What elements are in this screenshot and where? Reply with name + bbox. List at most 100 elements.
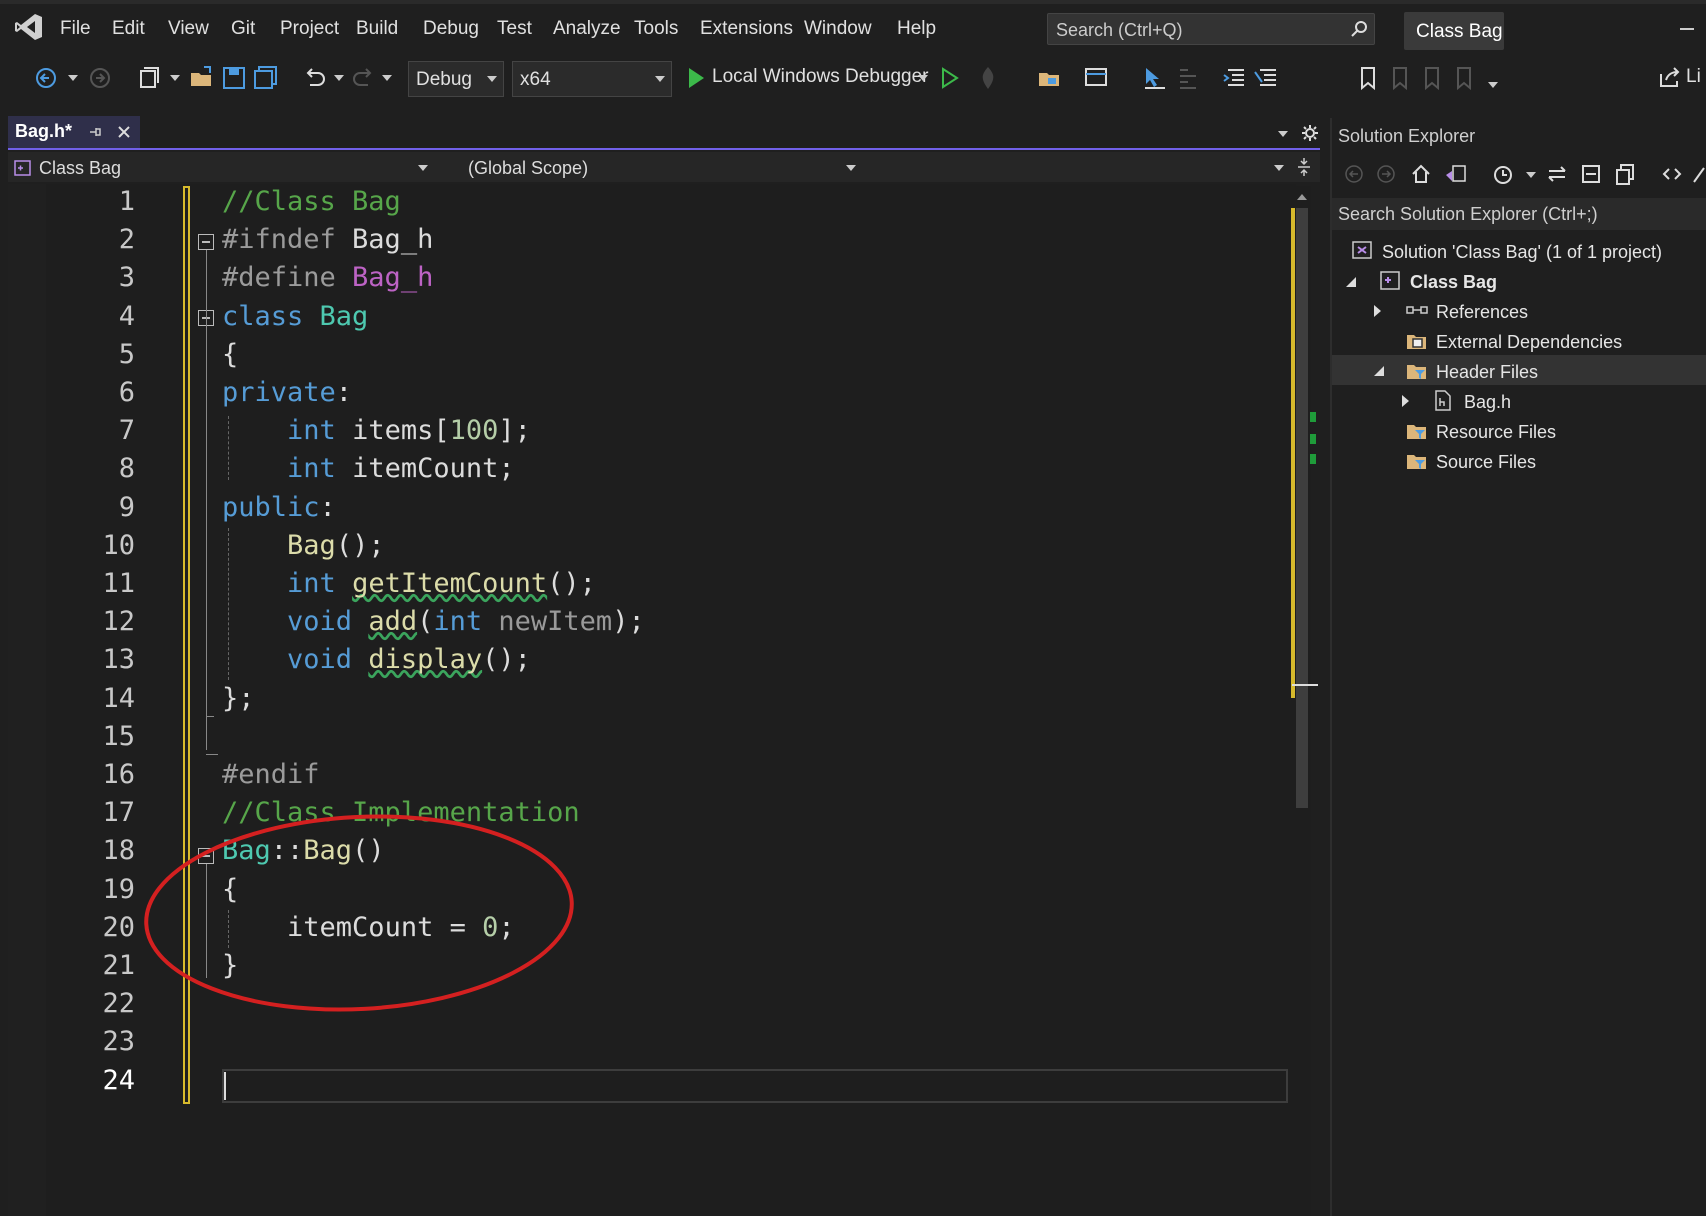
previous-bookmark-icon[interactable]	[1386, 64, 1414, 92]
code-line[interactable]: void display();	[222, 644, 531, 675]
save-icon[interactable]	[220, 64, 248, 92]
code-line[interactable]: class Bag	[222, 301, 368, 332]
redo-dropdown-icon[interactable]	[382, 75, 392, 81]
collapsed-arrow-icon[interactable]	[1402, 395, 1409, 407]
save-all-icon[interactable]	[252, 64, 280, 92]
code-line[interactable]: int itemCount;	[222, 453, 515, 484]
code-line[interactable]: #define Bag_h	[222, 262, 433, 293]
scroll-up-icon[interactable]	[1297, 194, 1307, 200]
switch-views-icon[interactable]	[1444, 163, 1468, 185]
clear-bookmarks-icon[interactable]	[1450, 64, 1478, 92]
hot-reload-icon[interactable]	[974, 64, 1002, 92]
expanded-arrow-icon[interactable]	[1374, 366, 1384, 376]
pending-changes-filter-icon[interactable]	[1492, 163, 1514, 185]
minimize-icon[interactable]	[1680, 28, 1694, 30]
expanded-arrow-icon[interactable]	[1346, 277, 1356, 287]
collapse-all-icon[interactable]	[1580, 163, 1602, 185]
menu-file[interactable]: File	[60, 18, 91, 40]
scope-combo[interactable]: (Global Scope)	[438, 154, 858, 182]
menu-project[interactable]: Project	[280, 18, 339, 40]
navigate-forward-icon[interactable]	[86, 64, 114, 92]
tree-label: Source Files	[1436, 452, 1537, 472]
tab-bag-h[interactable]: Bag.h*	[8, 116, 140, 148]
start-without-debugging-icon[interactable]	[940, 66, 960, 90]
view-code-icon[interactable]	[1662, 164, 1682, 184]
code-line[interactable]: public:	[222, 492, 336, 523]
code-line[interactable]: private:	[222, 377, 352, 408]
back-icon[interactable]	[1344, 164, 1364, 184]
code-line[interactable]: #ifndef Bag_h	[222, 224, 433, 255]
collapse-region-icon[interactable]	[198, 234, 214, 250]
next-bookmark-icon[interactable]	[1418, 64, 1446, 92]
line-number: 12	[102, 606, 135, 637]
run-label[interactable]: Local Windows Debugger	[712, 66, 929, 88]
window-layout-icon[interactable]	[1082, 64, 1110, 92]
bookmark-icon[interactable]	[1354, 64, 1382, 92]
undo-dropdown-icon[interactable]	[334, 75, 344, 81]
configuration-combo[interactable]: Debug	[408, 61, 504, 97]
filter-dropdown-icon[interactable]	[1526, 172, 1536, 178]
menu-analyze[interactable]: Analyze	[553, 18, 621, 40]
code-line[interactable]: #endif	[222, 759, 320, 790]
back-dropdown-icon[interactable]	[68, 75, 78, 81]
split-view-icon[interactable]	[1296, 156, 1312, 178]
undo-icon[interactable]	[300, 64, 328, 92]
code-line[interactable]: Bag();	[222, 530, 385, 561]
solution-explorer-search[interactable]: Search Solution Explorer (Ctrl+;)	[1332, 198, 1706, 230]
cursor-select-icon[interactable]	[1140, 64, 1168, 92]
live-share-label[interactable]: Li	[1686, 66, 1701, 88]
project-combo[interactable]: Class Bag	[10, 154, 430, 182]
code-line[interactable]: void add(int newItem);	[222, 606, 645, 637]
run-dropdown-icon[interactable]	[918, 75, 928, 81]
open-folder-icon[interactable]	[188, 64, 216, 92]
uncomment-lines-icon[interactable]	[1252, 64, 1280, 92]
menu-window[interactable]: Window	[804, 18, 872, 40]
menu-view[interactable]: View	[168, 18, 209, 40]
new-project-icon[interactable]	[136, 64, 164, 92]
platform-combo[interactable]: x64	[512, 61, 672, 97]
menu-test[interactable]: Test	[497, 18, 532, 40]
solution-folder-icon[interactable]	[1036, 64, 1064, 92]
tab-list-dropdown-icon[interactable]	[1278, 131, 1288, 137]
start-debugging-icon[interactable]	[686, 66, 706, 90]
forward-icon[interactable]	[1376, 164, 1396, 184]
solution-icon	[1352, 241, 1372, 259]
redo-icon[interactable]	[350, 64, 378, 92]
menu-extensions[interactable]: Extensions	[700, 18, 793, 40]
toolbar-overflow-icon[interactable]	[1488, 82, 1498, 88]
pin-icon[interactable]	[88, 125, 102, 139]
menu-help[interactable]: Help	[897, 18, 936, 40]
menu-git[interactable]: Git	[231, 18, 255, 40]
new-dropdown-icon[interactable]	[170, 75, 180, 81]
live-share-icon[interactable]	[1656, 64, 1684, 92]
tree-label: Solution 'Class Bag' (1 of 1 project)	[1382, 242, 1663, 262]
code-line[interactable]: int getItemCount();	[222, 568, 596, 599]
scrollbar-thumb[interactable]	[1296, 208, 1308, 808]
scroll-diff-marker	[1310, 412, 1316, 422]
properties-icon[interactable]	[1692, 164, 1706, 184]
code-line[interactable]: };	[222, 683, 255, 714]
menu-tools[interactable]: Tools	[634, 18, 678, 40]
gear-icon[interactable]	[1301, 124, 1319, 142]
code-editor[interactable]	[8, 184, 1296, 1216]
collapsed-arrow-icon[interactable]	[1374, 305, 1381, 317]
code-line[interactable]: {	[222, 339, 238, 370]
align-icon[interactable]	[1174, 64, 1202, 92]
menu-debug[interactable]: Debug	[423, 18, 479, 40]
home-icon[interactable]	[1410, 163, 1432, 185]
code-line[interactable]: //Class Bag	[222, 186, 401, 217]
menu-edit[interactable]: Edit	[112, 18, 145, 40]
show-all-files-icon[interactable]	[1614, 163, 1636, 185]
search-icon	[1351, 21, 1367, 37]
code-line[interactable]: int items[100];	[222, 415, 531, 446]
close-icon[interactable]	[116, 124, 132, 140]
code-token: add	[368, 606, 418, 637]
visual-studio-logo-icon[interactable]	[14, 12, 44, 42]
sync-icon[interactable]	[1546, 163, 1568, 185]
comment-lines-icon[interactable]	[1220, 64, 1248, 92]
menu-build[interactable]: Build	[356, 18, 398, 40]
search-box[interactable]: Search (Ctrl+Q)	[1047, 13, 1375, 45]
member-combo[interactable]	[868, 154, 1288, 182]
navigate-back-icon[interactable]	[32, 64, 60, 92]
